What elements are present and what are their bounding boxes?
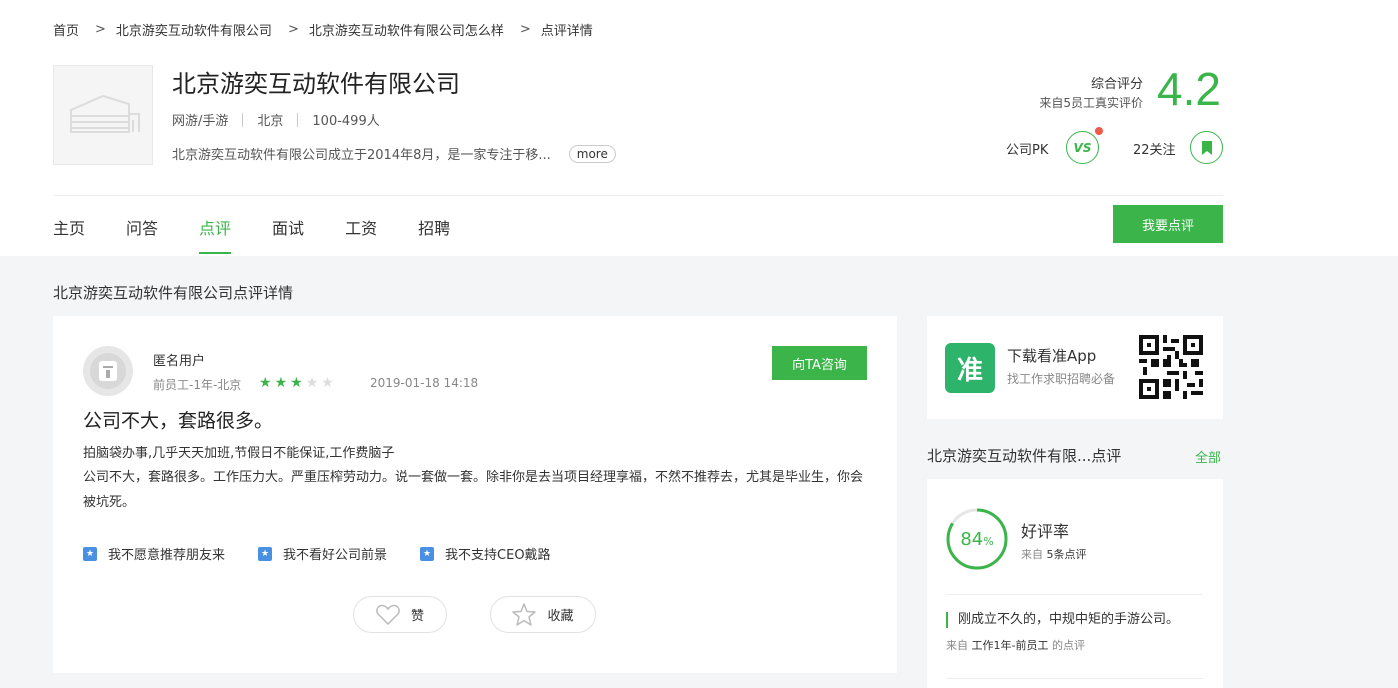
section-title: 北京游奕互动软件有限公司点评详情 [53,284,294,302]
breadcrumb-separator: > [287,22,299,37]
more-button[interactable]: more [568,144,616,163]
star-badge-icon: ★ [83,546,97,561]
write-review-button[interactable]: 我要点评 [1113,205,1223,243]
review-title: 公司不大，套路很多。 [83,410,274,432]
header-divider [53,195,1223,196]
review-body: 公司不大，套路很多。工作压力大。严重压榨劳动力。说一套做一套。除非你是去当项目经… [83,470,864,510]
star-filled-icon: ★ [290,375,303,391]
meta-divider [242,112,244,127]
star-badge-icon: ★ [420,546,435,561]
breadcrumb-home[interactable]: 首页 [53,20,79,39]
breadcrumb-company[interactable]: 北京游奕互动软件有限公司 [116,20,272,39]
company-description-text: 北京游奕互动软件有限公司成立于2014年8月，是一家专注于移... [172,148,551,163]
source-prefix: 来自 [1021,548,1043,561]
tab-home[interactable]: 主页 [53,215,85,247]
vs-button[interactable]: VS [1066,131,1099,164]
company-nav: 主页 问答 点评 面试 工资 招聘 [53,215,491,254]
bookmark-icon [1201,140,1212,155]
breadcrumb-current: 点评详情 [540,24,593,39]
review-date: 2019-01-18 14:18 [370,376,479,390]
reviewer-name: 匿名用户 [153,354,206,369]
company-industry[interactable]: 网游/手游 [172,110,228,129]
favorite-button[interactable]: 收藏 [490,596,596,633]
star-filled-icon: ★ [274,375,288,391]
side-reviews-title: 北京游奕互动软件有限...点评 [927,447,1122,465]
source-count[interactable]: 5条点评 [1047,548,1087,561]
avatar [83,346,133,396]
consult-button[interactable]: 向TA咨询 [772,346,867,380]
company-description: 北京游奕互动软件有限公司成立于2014年8月，是一家专注于移... more [172,144,616,163]
company-size: 100-499人 [312,114,380,129]
building-icon [70,94,140,133]
app-title[interactable]: 下载看准App [1007,345,1096,366]
quote-author: 工作1年-前员工 [971,639,1049,652]
opinion-label: 我不支持CEO戴路 [445,548,551,563]
breadcrumb-separator: > [95,22,106,37]
favorite-label: 收藏 [547,609,574,624]
quote-source: 来自 工作1年-前员工 的点评 [946,637,1085,653]
reviewer-info: 前员工-1年-北京 [153,378,242,392]
opinion-outlook: ★ 我不看好公司前景 [258,544,387,563]
notification-dot [1095,127,1103,135]
opinion-ceo: ★ 我不支持CEO戴路 [420,544,551,563]
anonymous-user-icon [90,353,126,389]
app-subtitle: 找工作求职招聘必备 [1007,372,1116,386]
divider [946,678,1203,679]
company-meta: 网游/手游 北京 100-499人 [172,110,380,129]
breadcrumb: 首页 > 北京游奕互动软件有限公司 > 北京游奕互动软件有限公司怎么样 > 点评… [53,20,593,39]
tab-interviews[interactable]: 面试 [272,215,304,247]
meta-divider [297,112,299,127]
rating-stars: ★ ★ ★ ★ ★ [259,375,337,391]
opinion-recommend: ★ 我不愿意推荐朋友来 [83,544,225,563]
view-all-link[interactable]: 全部 [1195,447,1221,466]
follow-button[interactable] [1190,131,1223,164]
review-opinions: ★ 我不愿意推荐朋友来 ★ 我不看好公司前景 ★ 我不支持CEO戴路 [83,544,584,563]
good-rate-unit: % [983,535,994,548]
review-tags: 拍脑袋办事,几乎天天加班,节假日不能保证,工作费脑子 [83,446,395,461]
star-outline-icon [512,603,537,626]
tab-salary[interactable]: 工资 [345,215,377,247]
good-rate-number: 84 [960,528,984,550]
breadcrumb-separator: > [519,22,531,37]
app-logo: 准 [945,343,995,393]
star-filled-icon: ★ [259,375,272,391]
opinion-label: 我不愿意推荐朋友来 [108,548,226,563]
star-badge-icon: ★ [258,546,273,561]
review-quote[interactable]: 刚成立不久的，中规中矩的手游公司。 [946,612,1179,628]
score-label: 综合评分 [1090,77,1143,92]
tab-qa[interactable]: 问答 [126,215,158,247]
divider [946,594,1203,595]
tab-jobs[interactable]: 招聘 [418,215,450,247]
like-label: 赞 [410,609,424,624]
opinion-label: 我不看好公司前景 [283,548,388,563]
quote-suffix: 的点评 [1051,639,1085,652]
company-name: 北京游奕互动软件有限公司 [172,70,460,98]
good-rate-value: 84% [946,508,1008,570]
star-empty-icon: ★ [321,375,334,391]
breadcrumb-company-overview[interactable]: 北京游奕互动软件有限公司怎么样 [309,20,504,39]
heart-icon [376,604,400,625]
company-city: 北京 [257,114,284,129]
overall-score: 4.2 [1157,63,1221,115]
quote-prefix: 来自 [946,639,968,652]
star-empty-icon: ★ [305,375,319,391]
score-source: 来自5员工真实评价 [1039,96,1143,110]
like-button[interactable]: 赞 [353,596,447,633]
tab-reviews[interactable]: 点评 [199,215,232,254]
qr-code-icon [1139,335,1203,399]
good-rate-source: 来自 5条点评 [1021,546,1087,562]
follow-count: 22关注 [1133,143,1176,158]
company-logo [53,65,153,165]
good-rate-label: 好评率 [1021,522,1070,541]
company-pk-label[interactable]: 公司PK [1006,139,1048,158]
